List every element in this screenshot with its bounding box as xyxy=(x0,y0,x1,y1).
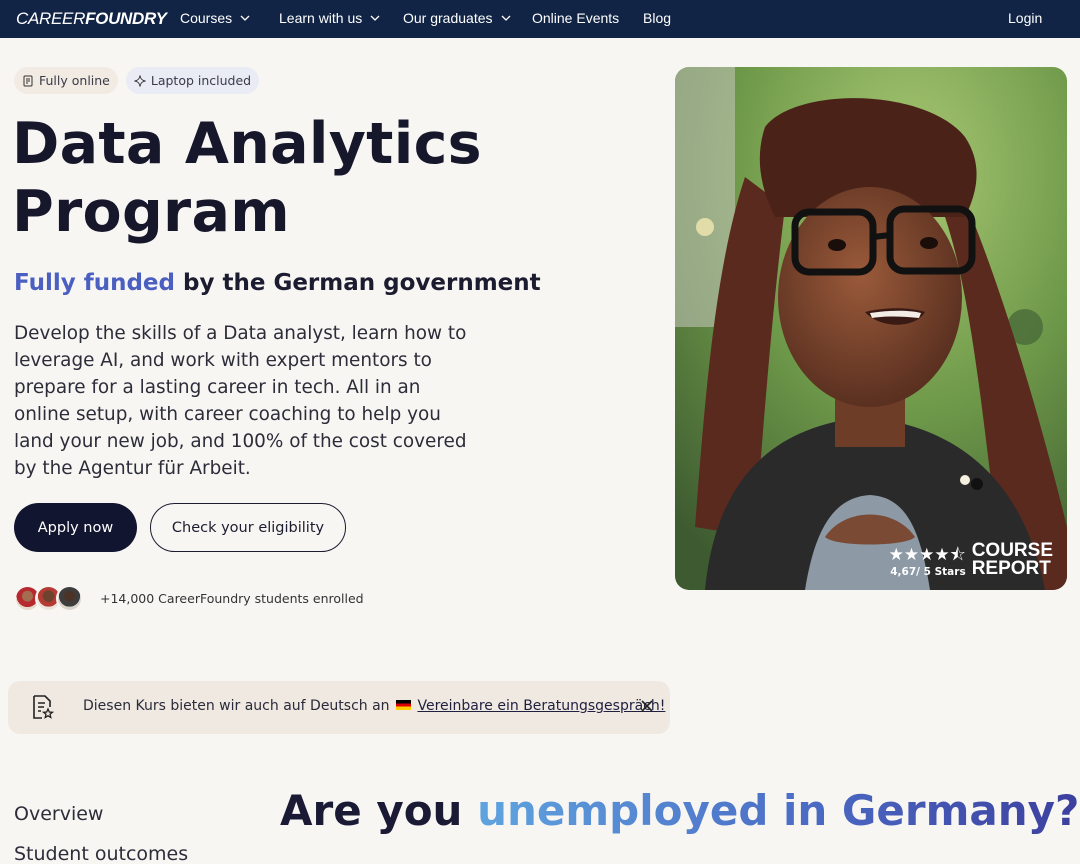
badge-fully-online: Fully online xyxy=(14,67,118,94)
sparkle-icon xyxy=(134,74,146,87)
close-icon[interactable] xyxy=(640,699,654,713)
subtitle-rest: by the German government xyxy=(175,270,541,296)
nav-item-label: Our graduates xyxy=(403,10,493,26)
check-eligibility-button[interactable]: Check your eligibility xyxy=(150,503,346,552)
nav-item-online-events[interactable]: Online Events xyxy=(532,10,619,26)
apply-now-button[interactable]: Apply now xyxy=(14,503,137,552)
nav-item-label: Courses xyxy=(180,10,233,26)
rating-score: 4,67/ 5 Stars xyxy=(890,566,966,578)
section-nav-overview[interactable]: Overview xyxy=(14,803,103,825)
course-report-rating: ★★★★⯪ 4,67/ 5 Stars COURSE REPORT xyxy=(889,541,1053,579)
hero-subtitle: Fully funded by the German government xyxy=(14,270,541,296)
enrolled-count: +14,000 CareerFoundry students enrolled xyxy=(100,591,364,606)
nav-item-label: Learn with us xyxy=(279,10,363,26)
hero-description: Develop the skills of a Data analyst, le… xyxy=(14,323,467,479)
banner-text: Diesen Kurs bieten wir auch auf Deutsch … xyxy=(83,698,665,714)
logo-text-thin: CAREER xyxy=(16,9,86,28)
student-avatars xyxy=(14,585,83,612)
nav-item-our-graduates[interactable]: Our graduates xyxy=(403,10,512,26)
chevron-down-icon xyxy=(501,15,510,21)
banner-consultation-link[interactable]: Vereinbare ein Beratungsgespräch! xyxy=(417,698,665,714)
document-icon xyxy=(23,75,33,86)
avatar xyxy=(56,585,83,612)
badge-label: Laptop included xyxy=(150,73,252,88)
hero-badges: Fully online Laptop included xyxy=(14,67,260,94)
star-rating-icon: ★★★★⯪ xyxy=(888,545,966,565)
student-portrait-image xyxy=(675,67,1067,590)
logo-line-2: REPORT xyxy=(971,558,1051,579)
chevron-down-icon xyxy=(370,15,380,21)
chevron-down-icon xyxy=(240,15,250,21)
hero-student-photo: ★★★★⯪ 4,67/ 5 Stars COURSE REPORT xyxy=(675,67,1067,590)
german-course-banner: Diesen Kurs bieten wir auch auf Deutsch … xyxy=(8,681,670,734)
login-label: Login xyxy=(1008,10,1043,26)
course-report-logo: COURSE REPORT xyxy=(971,541,1053,579)
nav-item-blog[interactable]: Blog xyxy=(643,10,671,26)
careerfoundry-logo[interactable]: CAREERFOUNDRY xyxy=(16,9,167,29)
heading-accent: unemployed in Germany? xyxy=(477,786,1080,835)
login-link[interactable]: Login xyxy=(1008,10,1042,26)
section-nav-student-outcomes[interactable]: Student outcomes xyxy=(14,843,188,864)
heading-pre: Are you xyxy=(280,786,478,835)
top-navigation: CAREERFOUNDRY Courses Learn with us Our … xyxy=(0,0,1080,38)
nav-item-courses[interactable]: Courses xyxy=(180,10,251,26)
badge-label: Fully online xyxy=(39,73,110,88)
german-flag-icon xyxy=(396,700,412,710)
nav-item-label: Blog xyxy=(643,10,672,26)
page-title: Data Analytics Program xyxy=(12,110,482,246)
subtitle-accent: Fully funded xyxy=(14,270,175,296)
nav-item-label: Online Events xyxy=(532,10,620,26)
badge-laptop-included: Laptop included xyxy=(125,67,260,94)
document-star-icon xyxy=(33,695,54,719)
rating-block: ★★★★⯪ 4,67/ 5 Stars xyxy=(889,546,966,578)
title-line-1: Data Analytics xyxy=(12,111,482,177)
section-heading: Are you unemployed in Germany? xyxy=(280,786,1079,835)
title-line-2: Program xyxy=(12,179,290,245)
banner-message: Diesen Kurs bieten wir auch auf Deutsch … xyxy=(83,698,390,714)
logo-text-bold: FOUNDRY xyxy=(85,9,167,28)
nav-item-learn-with-us[interactable]: Learn with us xyxy=(279,10,381,26)
